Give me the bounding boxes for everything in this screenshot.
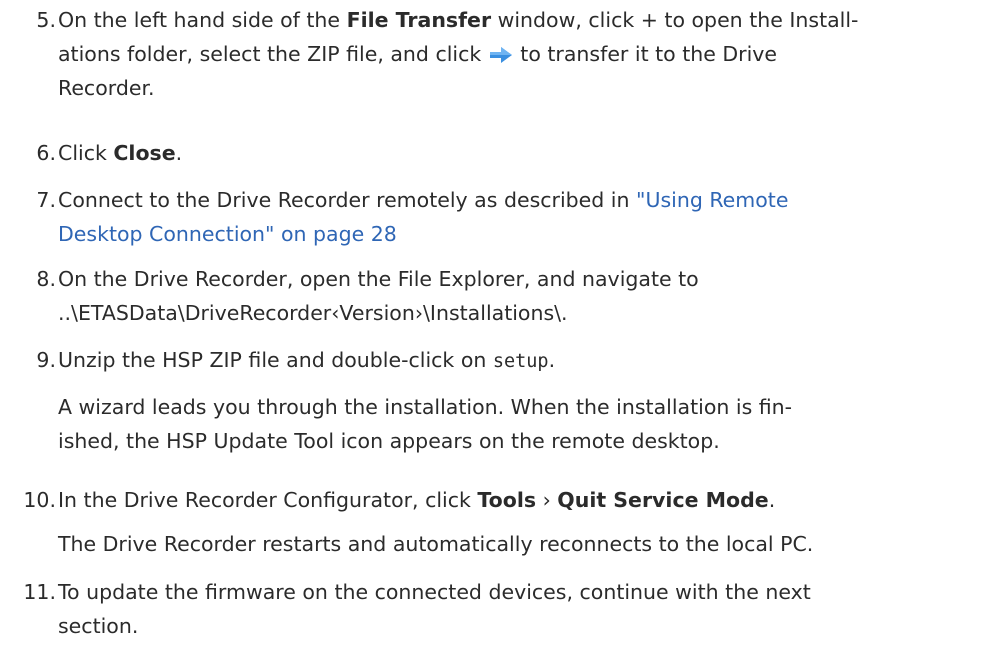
step-10: 10 In the Drive Recorder Configurator, c… [23, 483, 976, 517]
step-text: On the Drive Recorder, open the File Exp… [58, 267, 699, 325]
step-number: 9 [16, 343, 56, 377]
step-text: Click Close. [58, 141, 183, 165]
quit-service-mode-label: Quit Service Mode [557, 488, 769, 512]
step-6: 6 Click Close. [36, 136, 976, 170]
step-8: 8 On the Drive Recorder, open the File E… [36, 262, 976, 330]
step-text: On the left hand side of the File Transf… [58, 8, 859, 100]
remote-desktop-link[interactable]: "Using Remote [636, 188, 788, 212]
step-number: 11 [16, 575, 56, 609]
step-11: 11 To update the firmware on the connect… [23, 575, 976, 643]
close-label: Close [113, 141, 176, 165]
step-number: 7 [16, 183, 56, 217]
step-7: 7 Connect to the Drive Recorder remotely… [36, 183, 976, 251]
step-number: 6 [16, 136, 56, 170]
step-9: 9 Unzip the HSP ZIP file and double-clic… [36, 343, 976, 379]
remote-desktop-link-cont[interactable]: Desktop Connection" on page 28 [58, 222, 397, 246]
step-text: To update the firmware on the connected … [58, 580, 811, 638]
step-10-result: The Drive Recorder restarts and automati… [58, 532, 814, 556]
step-text: In the Drive Recorder Configurator, clic… [58, 488, 776, 512]
file-transfer-label: File Transfer [346, 8, 492, 32]
install-path: ..\ETASData\DriveRecorder‹Version›\Insta… [58, 301, 568, 325]
arrow-right-icon [489, 47, 512, 63]
step-number: 5 [16, 3, 56, 37]
tools-menu-label: Tools [477, 488, 537, 512]
step-number: 10 [16, 483, 56, 517]
step-text: Connect to the Drive Recorder remotely a… [58, 188, 789, 246]
step-number: 8 [16, 262, 56, 296]
step-9-result: A wizard leads you through the installat… [58, 395, 793, 453]
setup-code: setup [492, 351, 549, 372]
step-text: Unzip the HSP ZIP file and double-click … [58, 348, 556, 372]
step-5: 5 On the left hand side of the File Tran… [36, 3, 976, 105]
